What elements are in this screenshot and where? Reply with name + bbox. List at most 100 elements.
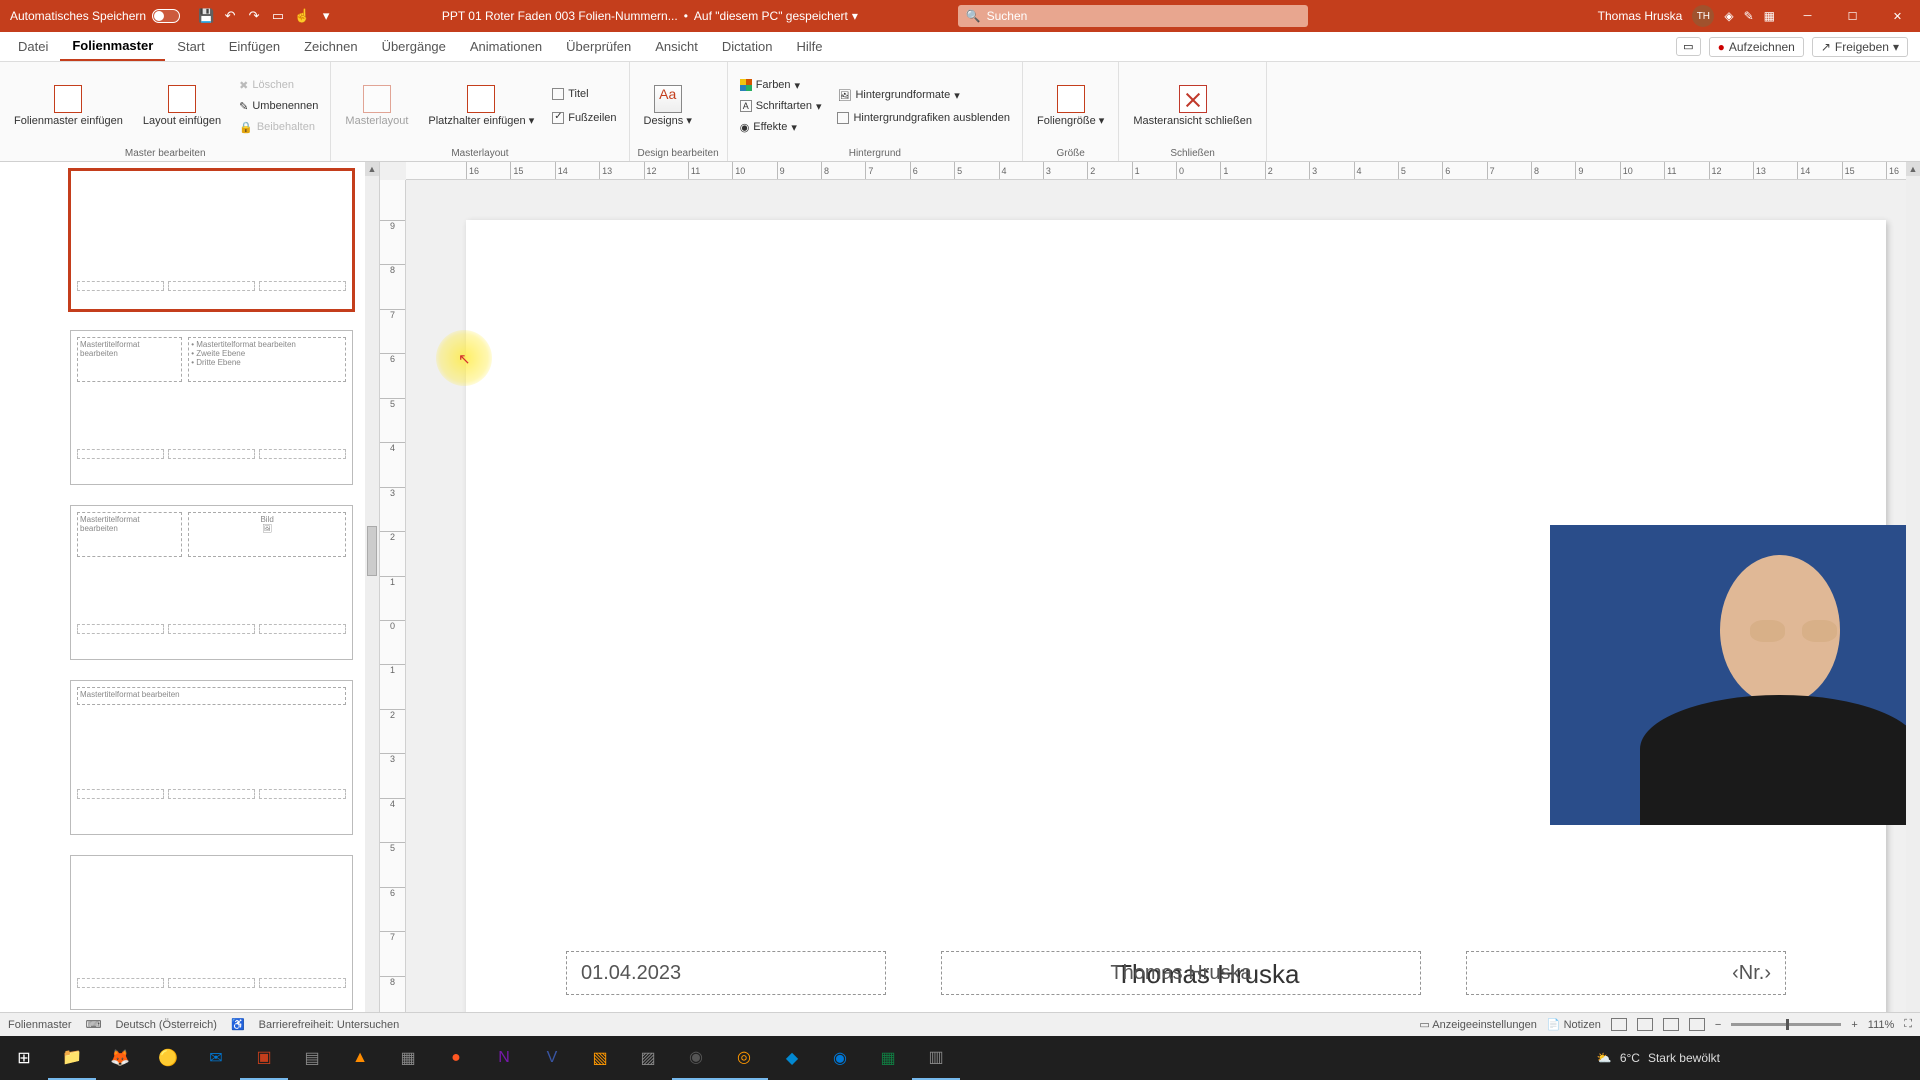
zoom-out-icon[interactable]: − — [1715, 1019, 1721, 1031]
tab-hilfe[interactable]: Hilfe — [784, 32, 834, 61]
footer-number-placeholder[interactable]: ‹Nr.› — [1466, 951, 1786, 995]
vlc-icon[interactable]: ▲ — [336, 1036, 384, 1080]
insert-placeholder-button[interactable]: Platzhalter einfügen ▾ — [422, 83, 540, 129]
weather-desc[interactable]: Stark bewölkt — [1648, 1051, 1720, 1065]
user-avatar[interactable]: TH — [1692, 5, 1714, 27]
status-a11y-icon[interactable]: ♿ — [231, 1018, 245, 1031]
app-icon-3[interactable]: ● — [432, 1036, 480, 1080]
weather-temp[interactable]: 6°C — [1620, 1051, 1640, 1065]
powerpoint-icon[interactable]: ▣ — [240, 1036, 288, 1080]
visio-icon[interactable]: V — [528, 1036, 576, 1080]
insert-layout-button[interactable]: Layout einfügen — [137, 83, 227, 129]
coming-soon-icon[interactable]: ◈ — [1724, 9, 1733, 23]
chrome-icon[interactable]: 🟡 — [144, 1036, 192, 1080]
tab-datei[interactable]: Datei — [6, 32, 60, 61]
effects-button[interactable]: ◉Effekte ▾ — [736, 119, 826, 136]
tab-übergänge[interactable]: Übergänge — [370, 32, 458, 61]
search-box[interactable]: 🔍 — [958, 5, 1308, 27]
footer-date-placeholder[interactable]: 01.04.2023 — [566, 951, 886, 995]
app-icon-8[interactable]: ▥ — [912, 1036, 960, 1080]
onenote-icon[interactable]: N — [480, 1036, 528, 1080]
layout-thumb-0[interactable] — [70, 170, 353, 310]
display-settings[interactable]: ▭ Anzeigeeinstellungen — [1419, 1018, 1536, 1031]
tab-zeichnen[interactable]: Zeichnen — [292, 32, 369, 61]
editor-scroll-up-icon[interactable]: ▲ — [1906, 162, 1920, 176]
thumbnail-panel[interactable]: Mastertitelformat bearbeiten• Mastertite… — [0, 162, 380, 1050]
tab-einfügen[interactable]: Einfügen — [217, 32, 292, 61]
tab-ansicht[interactable]: Ansicht — [643, 32, 710, 61]
minimize-button[interactable]: ─ — [1785, 0, 1830, 32]
fit-window-icon[interactable]: ⛶ — [1904, 1018, 1912, 1031]
status-accessibility[interactable]: Barrierefreiheit: Untersuchen — [259, 1019, 400, 1031]
designs-button[interactable]: AaDesigns ▾ — [638, 83, 698, 129]
app-icon-1[interactable]: ▤ — [288, 1036, 336, 1080]
tab-start[interactable]: Start — [165, 32, 216, 61]
excel-icon[interactable]: ▦ — [864, 1036, 912, 1080]
window-layout-icon[interactable]: ▦ — [1764, 9, 1775, 23]
rename-layout-button[interactable]: ✎Umbenennen — [235, 98, 322, 115]
footers-checkbox[interactable]: Fußzeilen — [548, 110, 620, 126]
ribbon-collapse-icon[interactable]: ▭ — [1676, 37, 1700, 56]
app-icon-7[interactable]: ◆ — [768, 1036, 816, 1080]
firefox-icon[interactable]: 🦊 — [96, 1036, 144, 1080]
layout-thumb-4[interactable] — [70, 855, 353, 1010]
app-icon-5[interactable]: ▨ — [624, 1036, 672, 1080]
maximize-button[interactable]: ☐ — [1830, 0, 1875, 32]
view-normal-icon[interactable] — [1611, 1018, 1627, 1031]
user-name[interactable]: Thomas Hruska — [1598, 9, 1683, 23]
app-icon-4[interactable]: ▧ — [576, 1036, 624, 1080]
autosave-toggle[interactable] — [152, 9, 180, 23]
view-sorter-icon[interactable] — [1637, 1018, 1653, 1031]
layout-thumb-1[interactable]: Mastertitelformat bearbeiten• Mastertite… — [70, 330, 353, 485]
outlook-icon[interactable]: ✉ — [192, 1036, 240, 1080]
thumb-scrollbar[interactable]: ▲ ▼ — [365, 162, 379, 1050]
editor-scrollbar[interactable]: ▲ ▼ — [1906, 162, 1920, 1050]
layout-thumb-2[interactable]: Mastertitelformat bearbeitenBild🖼 — [70, 505, 353, 660]
bg-formats-button[interactable]: 🖼Hintergrundformate ▾ — [833, 87, 1014, 104]
slide-size-button[interactable]: Foliengröße ▾ — [1031, 83, 1110, 129]
tab-dictation[interactable]: Dictation — [710, 32, 785, 61]
redo-icon[interactable]: ↷ — [246, 8, 262, 24]
app-icon-6[interactable]: ◎ — [720, 1036, 768, 1080]
close-master-button[interactable]: Masteransicht schließen — [1127, 83, 1258, 129]
fonts-button[interactable]: ASchriftarten ▾ — [736, 98, 826, 115]
masterlayout-button[interactable]: Masterlayout — [339, 83, 414, 129]
start-button[interactable]: ⊞ — [0, 1036, 48, 1080]
zoom-level[interactable]: 111% — [1868, 1019, 1895, 1031]
saved-location[interactable]: Auf "diesem PC" gespeichert ▾ — [694, 9, 858, 23]
status-lang-icon[interactable]: ⌨ — [86, 1018, 102, 1031]
hide-bg-checkbox[interactable]: Hintergrundgrafiken ausblenden — [833, 110, 1014, 126]
qat-more-icon[interactable]: ▾ — [318, 8, 334, 24]
present-icon[interactable]: ▭ — [270, 8, 286, 24]
tab-überprüfen[interactable]: Überprüfen — [554, 32, 643, 61]
colors-button[interactable]: Farben ▾ — [736, 77, 826, 94]
tab-animationen[interactable]: Animationen — [458, 32, 554, 61]
share-button[interactable]: ↗Freigeben▾ — [1812, 37, 1908, 57]
view-slideshow-icon[interactable] — [1689, 1018, 1705, 1031]
record-button[interactable]: ●Aufzeichnen — [1709, 37, 1804, 57]
view-reading-icon[interactable] — [1663, 1018, 1679, 1031]
explorer-icon[interactable]: 📁 — [48, 1036, 96, 1080]
h-tick: 12 — [1709, 162, 1722, 179]
zoom-slider[interactable] — [1731, 1023, 1841, 1026]
touch-icon[interactable]: ☝ — [294, 8, 310, 24]
close-button[interactable]: ✕ — [1875, 0, 1920, 32]
status-language[interactable]: Deutsch (Österreich) — [115, 1019, 216, 1031]
edge-icon[interactable]: ◉ — [816, 1036, 864, 1080]
notes-button[interactable]: 📄 Notizen — [1547, 1018, 1601, 1031]
tab-folienmaster[interactable]: Folienmaster — [60, 32, 165, 61]
title-checkbox[interactable]: Titel — [548, 86, 620, 102]
weather-icon[interactable]: ⛅ — [1597, 1051, 1612, 1065]
zoom-in-icon[interactable]: + — [1851, 1019, 1857, 1031]
footer-center-placeholder[interactable]: Thomas Hruska — [941, 951, 1421, 995]
obs-icon[interactable]: ◉ — [672, 1036, 720, 1080]
insert-slidemaster-button[interactable]: Folienmaster einfügen — [8, 83, 129, 129]
draw-icon[interactable]: ✎ — [1744, 9, 1754, 23]
save-icon[interactable]: 💾 — [198, 8, 214, 24]
scroll-thumb[interactable] — [367, 526, 377, 576]
undo-icon[interactable]: ↶ — [222, 8, 238, 24]
app-icon-2[interactable]: ▦ — [384, 1036, 432, 1080]
search-input[interactable] — [987, 9, 1300, 23]
layout-thumb-3[interactable]: Mastertitelformat bearbeiten — [70, 680, 353, 835]
scroll-up-icon[interactable]: ▲ — [365, 162, 379, 176]
